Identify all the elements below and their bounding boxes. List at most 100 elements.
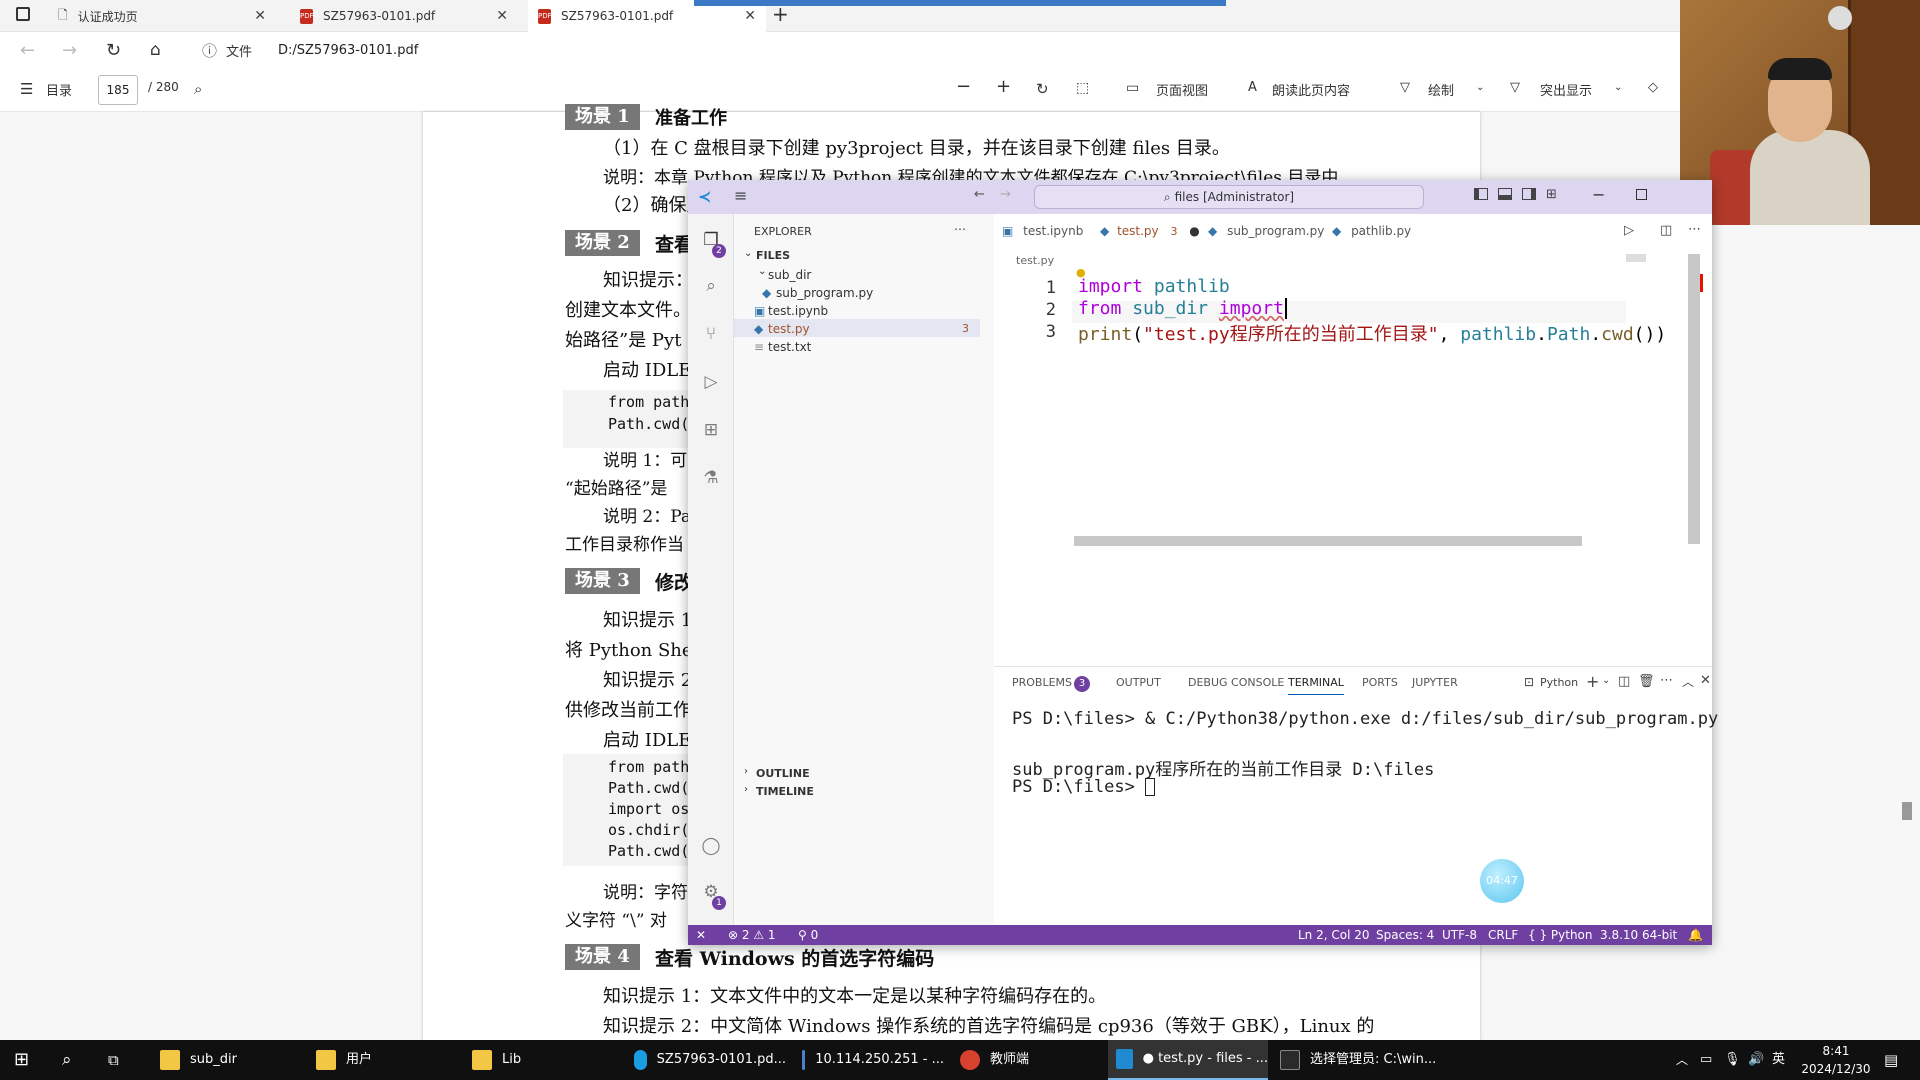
taskbar-item-lib[interactable]: Lib bbox=[464, 1040, 564, 1080]
toc-button[interactable]: 目录 bbox=[46, 80, 72, 99]
maximize-icon[interactable] bbox=[1636, 189, 1647, 200]
timer-bubble[interactable]: 04:47 bbox=[1480, 859, 1524, 903]
taskbar-item-teacher[interactable]: 教师端 bbox=[952, 1040, 1102, 1080]
more-actions-icon[interactable]: ⋯ bbox=[1660, 673, 1673, 688]
close-panel-icon[interactable]: ✕ bbox=[1700, 673, 1711, 688]
page-number-input[interactable]: 185 bbox=[98, 75, 138, 105]
rotate-icon[interactable]: ↻ bbox=[1036, 80, 1049, 98]
taskbar-item-users[interactable]: 用户 bbox=[308, 1040, 408, 1080]
close-icon[interactable]: ✕ bbox=[496, 8, 508, 24]
microphone-icon[interactable]: 🎙 bbox=[1724, 1040, 1741, 1080]
minimap[interactable] bbox=[1626, 254, 1676, 262]
taskbar-item-vscode[interactable]: ● test.py - files - ... bbox=[1108, 1040, 1268, 1080]
tray-chevron-icon[interactable]: ︿ bbox=[1676, 1040, 1688, 1080]
back-icon[interactable]: ← bbox=[20, 40, 35, 61]
editor-tab[interactable]: ◆ pathlib.py bbox=[1332, 214, 1411, 248]
trash-icon[interactable]: 🗑 bbox=[1638, 674, 1655, 689]
split-terminal-icon[interactable]: ◫ bbox=[1618, 674, 1630, 689]
read-aloud-button[interactable]: 朗读此页内容 bbox=[1272, 80, 1350, 99]
notification-bell-icon[interactable]: 🔔 bbox=[1688, 925, 1703, 945]
chevron-down-icon[interactable]: ⌄ bbox=[1476, 82, 1484, 93]
language-mode[interactable]: { } Python bbox=[1528, 925, 1593, 945]
chevron-right-icon[interactable]: › bbox=[744, 766, 748, 777]
toc-icon[interactable]: ☰ bbox=[20, 80, 33, 98]
tree-item-test-py[interactable]: test.py bbox=[768, 322, 810, 336]
ime-indicator[interactable]: 英 bbox=[1772, 1040, 1785, 1080]
fit-page-icon[interactable]: ⬚ bbox=[1076, 80, 1089, 96]
home-icon[interactable]: ⌂ bbox=[150, 40, 161, 60]
chevron-down-icon[interactable]: ⌄ bbox=[1602, 675, 1610, 686]
clock[interactable]: 8:41 2024/12/30 bbox=[1792, 1042, 1880, 1078]
split-editor-icon[interactable]: ◫ bbox=[1660, 223, 1672, 238]
tree-item-sub-program[interactable]: sub_program.py bbox=[776, 286, 873, 300]
forward-icon[interactable]: → bbox=[62, 40, 77, 61]
unsaved-dot-icon[interactable]: ● bbox=[1189, 224, 1199, 238]
nav-forward-icon[interactable]: → bbox=[1000, 187, 1011, 202]
taskbar-item-sub-dir[interactable]: sub_dir bbox=[152, 1040, 272, 1080]
terminal-kind[interactable]: Python bbox=[1540, 667, 1578, 699]
tab-actions-icon[interactable] bbox=[16, 7, 30, 21]
chevron-right-icon[interactable]: › bbox=[744, 784, 748, 795]
testing-icon[interactable]: ⚗ bbox=[700, 468, 722, 490]
tree-item-test-ipynb[interactable]: test.ipynb bbox=[768, 304, 828, 318]
tab-jupyter[interactable]: JUPYTER bbox=[1412, 667, 1458, 699]
encoding[interactable]: UTF-8 bbox=[1442, 925, 1477, 945]
ports-indicator[interactable]: ⚲ 0 bbox=[798, 925, 818, 945]
editor-tab-active[interactable]: ◆ test.py 3 ● bbox=[1094, 214, 1200, 248]
errors-warnings[interactable]: ⊗ 2 ⚠ 1 bbox=[728, 925, 776, 945]
code-line[interactable]: from sub_dir import bbox=[1078, 298, 1287, 319]
volume-icon[interactable]: 🔊 bbox=[1748, 1040, 1764, 1080]
taskbar-item-remote[interactable]: 10.114.250.251 - ... bbox=[794, 1040, 944, 1080]
tab-problems[interactable]: PROBLEMS bbox=[1012, 667, 1072, 699]
tree-item-sub-dir[interactable]: sub_dir bbox=[768, 268, 811, 282]
chevron-down-icon[interactable]: ⌄ bbox=[744, 248, 752, 259]
nav-back-icon[interactable]: ← bbox=[974, 187, 985, 202]
draw-icon[interactable]: ▽ bbox=[1400, 80, 1410, 95]
info-icon[interactable]: ⓘ bbox=[202, 40, 217, 61]
files-section-header[interactable]: FILES bbox=[756, 249, 790, 262]
toggle-panel-icon[interactable] bbox=[1498, 188, 1512, 200]
line-ending[interactable]: CRLF bbox=[1488, 925, 1518, 945]
cursor-position[interactable]: Ln 2, Col 20 bbox=[1298, 925, 1370, 945]
eraser-icon[interactable]: ◇ bbox=[1648, 80, 1658, 95]
highlight-button[interactable]: 突出显示 bbox=[1540, 80, 1592, 99]
browser-tab[interactable]: 🗋 认证成功页 ✕ bbox=[48, 0, 276, 32]
network-icon[interactable]: ▭ bbox=[1700, 1040, 1712, 1080]
read-aloud-icon[interactable]: A bbox=[1248, 80, 1257, 95]
command-center-search[interactable]: ⌕ files [Administrator] bbox=[1034, 185, 1424, 209]
start-button-icon[interactable]: ⊞ bbox=[14, 1040, 29, 1080]
tab-ports[interactable]: PORTS bbox=[1362, 667, 1398, 699]
zoom-out-icon[interactable]: − bbox=[956, 76, 971, 97]
toggle-sidebar-icon[interactable] bbox=[1474, 188, 1488, 200]
customize-layout-icon[interactable]: ⊞ bbox=[1546, 187, 1557, 202]
search-icon[interactable]: ⌕ bbox=[62, 1040, 72, 1080]
source-control-icon[interactable]: ⑂ bbox=[700, 324, 722, 346]
tree-item-test-txt[interactable]: test.txt bbox=[768, 340, 811, 354]
extensions-icon[interactable]: ⊞ bbox=[700, 420, 722, 442]
page-view-button[interactable]: 页面视图 bbox=[1156, 80, 1208, 99]
tab-debug-console[interactable]: DEBUG CONSOLE bbox=[1188, 667, 1284, 699]
zoom-in-icon[interactable]: + bbox=[996, 76, 1011, 97]
browser-tab[interactable]: PDF SZ57963-0101.pdf ✕ bbox=[290, 0, 518, 32]
scrollbar-thumb[interactable] bbox=[1902, 802, 1912, 820]
maximize-panel-icon[interactable]: ︿ bbox=[1682, 673, 1694, 690]
tab-output[interactable]: OUTPUT bbox=[1116, 667, 1161, 699]
search-icon[interactable]: ⌕ bbox=[700, 276, 722, 298]
more-actions-icon[interactable]: ⋯ bbox=[954, 222, 966, 236]
refresh-icon[interactable]: ↻ bbox=[106, 40, 121, 61]
terminal-line[interactable]: PS D:\files> bbox=[1012, 777, 1156, 797]
editor-tab[interactable]: ◆ sub_program.py bbox=[1208, 214, 1324, 248]
draw-button[interactable]: 绘制 bbox=[1428, 80, 1454, 99]
chevron-down-icon[interactable]: ⌄ bbox=[1614, 82, 1622, 93]
outline-section[interactable]: OUTLINE bbox=[756, 767, 810, 780]
code-line[interactable]: print("test.py程序所在的当前工作目录", pathlib.Path… bbox=[1078, 320, 1666, 346]
vertical-scrollbar[interactable] bbox=[1688, 254, 1700, 544]
url-text[interactable]: D:/SZ57963-0101.pdf bbox=[278, 43, 418, 58]
remote-indicator-icon[interactable]: ✕ bbox=[696, 925, 706, 945]
taskbar-item-pdf[interactable]: SZ57963-0101.pd... bbox=[626, 1040, 786, 1080]
indentation[interactable]: Spaces: 4 bbox=[1376, 925, 1434, 945]
run-debug-icon[interactable]: ▷ bbox=[700, 372, 722, 394]
toggle-secondary-sidebar-icon[interactable] bbox=[1522, 188, 1536, 200]
page-view-icon[interactable]: ▭ bbox=[1126, 80, 1139, 96]
new-terminal-icon[interactable]: + bbox=[1586, 672, 1599, 691]
